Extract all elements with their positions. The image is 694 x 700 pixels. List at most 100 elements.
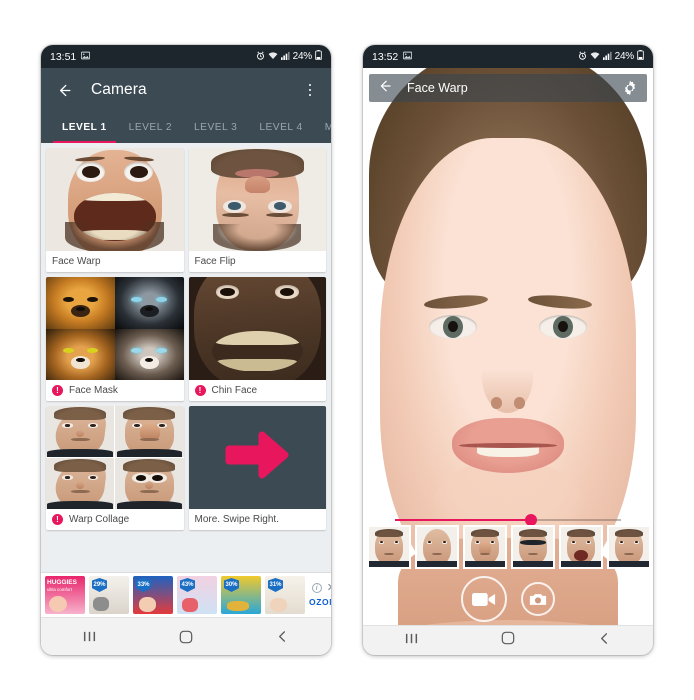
video-camera-icon[interactable]: [461, 576, 507, 622]
home-icon[interactable]: [501, 631, 515, 650]
new-badge-icon: !: [52, 385, 63, 396]
back-icon[interactable]: [263, 624, 303, 650]
discount-badge: 29%: [92, 578, 107, 592]
collage-tile: [115, 458, 184, 509]
discount-badge: 43%: [180, 578, 195, 592]
effects-grid: Face Warp Face Flip ! Face Mask ! Chin F…: [41, 143, 331, 535]
tab-music[interactable]: MUSIC: [314, 112, 331, 143]
tab-level-1[interactable]: LEVEL 1: [51, 112, 118, 143]
effect-thumbnail-strip[interactable]: [363, 525, 653, 569]
effect-card-warp-collage[interactable]: ! Warp Collage: [46, 406, 184, 530]
ad-tile[interactable]: 30%: [221, 576, 261, 614]
mask-monkey: [46, 277, 115, 329]
gear-icon[interactable]: [621, 79, 639, 97]
ad-tile[interactable]: 33%: [133, 576, 173, 614]
tab-label: MUSIC: [324, 122, 331, 133]
ad-tile[interactable]: 29%: [89, 576, 129, 614]
eyebrow-right: [528, 293, 593, 312]
tab-level-4[interactable]: LEVEL 4: [248, 112, 313, 143]
effect-label-row: More. Swipe Right.: [188, 509, 326, 530]
effect-label: More. Swipe Right.: [194, 514, 279, 525]
level-tab-bar[interactable]: LEVEL 1 LEVEL 2 LEVEL 3 LEVEL 4 MUSIC BE…: [41, 112, 331, 143]
overflow-menu-icon[interactable]: [301, 79, 319, 101]
strip-thumb-shout-mouth[interactable]: [559, 525, 603, 569]
face-warp-preview[interactable]: Face Warp: [363, 68, 653, 655]
collage-tile: [46, 458, 115, 509]
left-system-nav-bar: [41, 617, 331, 655]
effect-label-row: Face Flip: [188, 251, 326, 272]
strip-thumb-sunglasses[interactable]: [511, 525, 555, 569]
left-app-bar: Camera: [41, 68, 331, 112]
strip-thumb-more-faces[interactable]: [607, 525, 651, 569]
effect-card-face-warp[interactable]: Face Warp: [46, 148, 184, 272]
new-badge-icon: !: [52, 514, 63, 525]
recents-icon[interactable]: [405, 632, 418, 650]
collage-tile: [115, 406, 184, 457]
strip-thumb-bald-head[interactable]: [415, 525, 459, 569]
effect-card-face-mask[interactable]: ! Face Mask: [46, 277, 184, 401]
alarm-icon: [578, 51, 587, 63]
tab-level-3[interactable]: LEVEL 3: [183, 112, 248, 143]
collage-tile: [46, 406, 115, 457]
info-icon[interactable]: i: [311, 583, 322, 593]
battery-icon: [315, 50, 322, 63]
status-time: 13:51: [50, 50, 77, 63]
ad-tile[interactable]: 43%: [177, 576, 217, 614]
eyebrow-left: [423, 293, 488, 312]
right-arrow-icon: [225, 426, 289, 489]
tab-level-2[interactable]: LEVEL 2: [118, 112, 183, 143]
effect-label-row: ! Face Mask: [46, 380, 184, 401]
tab-label: LEVEL 1: [62, 122, 107, 133]
signal-icon: [280, 51, 290, 63]
battery-icon: [637, 50, 644, 63]
tab-label: LEVEL 3: [194, 122, 238, 133]
page-title: Camera: [91, 81, 147, 98]
effects-scroll-area[interactable]: Face Warp Face Flip ! Face Mask ! Chin F…: [41, 143, 331, 572]
right-system-nav-bar: [363, 625, 653, 655]
effect-thumbnail: [188, 148, 326, 251]
discount-badge: 30%: [224, 578, 239, 592]
alarm-icon: [256, 51, 265, 63]
mouth-region: [451, 417, 565, 473]
effect-card-more-swipe-right[interactable]: More. Swipe Right.: [188, 406, 326, 530]
slider-fill: [395, 518, 531, 521]
capture-controls: [363, 573, 653, 625]
photo-top-bar: Face Warp: [369, 74, 647, 102]
nose-region: [482, 339, 534, 414]
strip-thumb-original-face[interactable]: [367, 525, 411, 569]
status-right: 24%: [578, 50, 644, 63]
effect-thumbnail: [46, 148, 184, 251]
effect-thumbnail: [46, 406, 184, 509]
effect-label: Face Warp: [52, 256, 101, 267]
recents-icon[interactable]: [69, 624, 109, 650]
page-title: Face Warp: [407, 81, 468, 95]
battery-percent: 24%: [614, 51, 635, 62]
battery-percent: 24%: [292, 51, 313, 62]
back-icon[interactable]: [598, 632, 611, 650]
back-arrow-icon[interactable]: [53, 79, 75, 101]
ad-banner[interactable]: HUGGIES ultra comfort 29% 33% 43% 30% 31…: [41, 572, 331, 617]
strip-thumb-big-nose[interactable]: [463, 525, 507, 569]
effect-label-row: ! Warp Collage: [46, 509, 184, 530]
signal-icon: [602, 51, 612, 63]
back-arrow-icon[interactable]: [377, 78, 393, 99]
tab-label: LEVEL 4: [259, 122, 303, 133]
effect-card-face-flip[interactable]: Face Flip: [188, 148, 326, 272]
image-icon: [81, 51, 91, 63]
right-phone: 13:52 24% Face Warp: [363, 45, 653, 655]
left-phone: 13:51 24% Camera LEVEL 1 LEVEL 2 LEVEL 3…: [41, 45, 331, 655]
ad-icon-row: i ✕: [311, 583, 331, 594]
status-right: 24%: [256, 50, 322, 63]
photo-camera-icon[interactable]: [521, 582, 555, 616]
ad-controls: i ✕ OZON: [309, 583, 331, 608]
close-icon[interactable]: ✕: [327, 583, 331, 594]
image-icon: [403, 51, 413, 63]
ad-tile[interactable]: HUGGIES ultra comfort: [45, 576, 85, 614]
right-status-bar: 13:52 24%: [363, 45, 653, 68]
tab-label: LEVEL 2: [128, 122, 172, 133]
effect-card-chin-face[interactable]: ! Chin Face: [188, 277, 326, 401]
home-icon[interactable]: [166, 624, 206, 650]
mask-leopard: [46, 328, 115, 380]
new-badge-icon: !: [194, 385, 206, 396]
ad-tile[interactable]: 31%: [265, 576, 305, 614]
